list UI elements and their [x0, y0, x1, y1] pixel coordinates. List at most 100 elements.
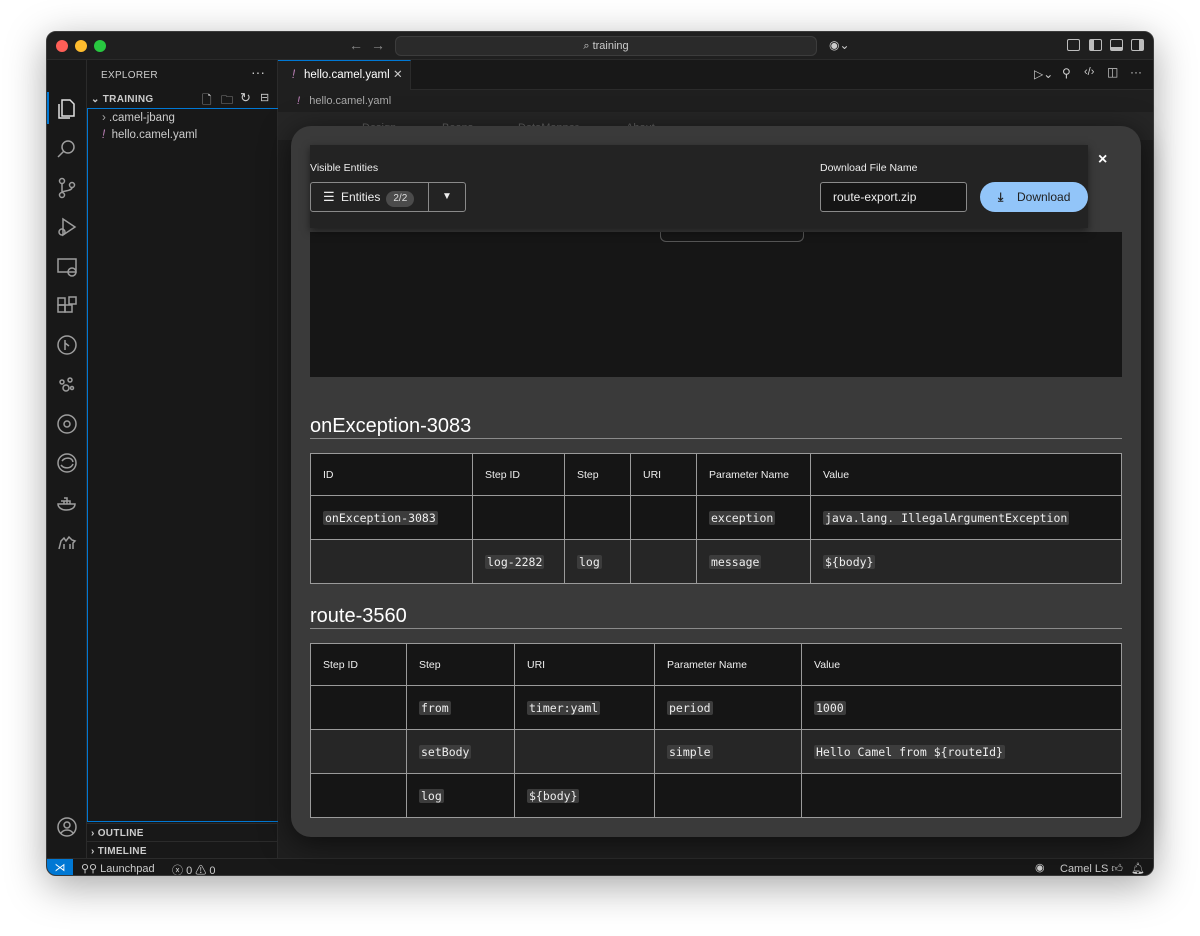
table-cell: ${body}: [514, 773, 655, 818]
table-cell: [472, 495, 565, 540]
entities-selector: ☰ Entities 2/2 ▼: [310, 182, 466, 212]
close-tab-icon[interactable]: ✕: [393, 61, 403, 89]
customize-layout-icon[interactable]: [1067, 39, 1080, 51]
error-icon: ⓧ: [172, 865, 187, 876]
activity-bar: [47, 60, 87, 875]
git-graph-icon[interactable]: [56, 334, 78, 356]
table-cell: [564, 495, 631, 540]
file-name-input[interactable]: route-export.zip: [820, 182, 967, 212]
breadcrumb-file: hello.camel.yaml: [309, 95, 392, 107]
entities-button-label: Entities: [341, 190, 381, 204]
chevron-down-icon: ⌄: [91, 94, 103, 105]
table-cell: log-2282: [472, 539, 565, 584]
section-title-route: route-3560: [310, 605, 407, 627]
table-cell: [514, 729, 655, 774]
column-header: URI: [630, 453, 697, 496]
toggle-sidebar-icon[interactable]: [1089, 39, 1102, 51]
kaoto-icon[interactable]: [56, 374, 78, 396]
back-arrow-icon[interactable]: ←: [349, 37, 363, 53]
more-actions-icon[interactable]: ···: [1130, 65, 1142, 79]
table-header-row: Step ID Step URI Parameter Name Value: [310, 643, 1122, 686]
entities-dropdown-toggle[interactable]: ▼: [429, 183, 465, 211]
download-file-name-label: Download File Name: [820, 162, 918, 174]
copilot-icon[interactable]: ◉⌄: [829, 38, 850, 52]
export-toolbar: Visible Entities ☰ Entities 2/2 ▼ Downloa…: [310, 145, 1088, 228]
column-header: Value: [801, 643, 1122, 686]
breadcrumb[interactable]: ! hello.camel.yaml: [297, 95, 391, 107]
workspace-section-header[interactable]: ⌄ TRAINING: [91, 94, 154, 105]
tree-item-hello-camel-yaml[interactable]: ! hello.camel.yaml: [102, 129, 197, 141]
deploy-icon[interactable]: ⚲: [1062, 66, 1071, 80]
copilot-status-icon[interactable]: ◉: [1035, 861, 1045, 874]
table-cell: simple: [654, 729, 802, 774]
toggle-secondary-sidebar-icon[interactable]: [1131, 39, 1144, 51]
table-cell: message: [696, 539, 811, 584]
column-header: Parameter Name: [696, 453, 811, 496]
forward-arrow-icon[interactable]: →: [371, 37, 385, 53]
column-header: URI: [514, 643, 655, 686]
editor-tab-bar: ! hello.camel.yaml ✕ ▷⌄ ⚲ ‹/› ◫ ···: [278, 60, 1153, 90]
close-modal-button[interactable]: ×: [1098, 151, 1107, 169]
split-editor-icon[interactable]: ◫: [1107, 65, 1118, 79]
download-button[interactable]: ⤓ Download: [980, 182, 1088, 212]
camel-icon[interactable]: [56, 531, 78, 553]
section-divider: [310, 438, 1122, 439]
table-cell: [310, 729, 407, 774]
export-modal: Visible Entities ☰ Entities 2/2 ▼ Downloa…: [291, 126, 1141, 837]
run-debug-icon[interactable]: [56, 216, 78, 238]
status-bar: ⋊ ⚲⚲ Launchpad ⓧ 0 ⚠ 0 ◉ Camel LS 👍︎ 🔔︎: [47, 858, 1153, 876]
refresh-icon[interactable]: ↻: [240, 90, 251, 106]
table-cell: Hello Camel from ${routeId}: [801, 729, 1122, 774]
maximize-window-button[interactable]: [94, 40, 106, 52]
route-table: Step ID Step URI Parameter Name Value fr…: [310, 643, 1122, 818]
toggle-panel-icon[interactable]: [1110, 39, 1123, 51]
entities-button[interactable]: ☰ Entities 2/2: [311, 183, 429, 211]
minimize-window-button[interactable]: [75, 40, 87, 52]
outline-section[interactable]: › OUTLINE: [87, 823, 278, 841]
camel-ls-item[interactable]: Camel LS 👍︎: [1060, 862, 1123, 875]
more-actions-icon[interactable]: ···: [251, 64, 265, 80]
tab-hello-camel-yaml[interactable]: ! hello.camel.yaml ✕: [278, 60, 411, 90]
file-tree: › .camel-jbang ! hello.camel.yaml: [87, 108, 279, 822]
timeline-section[interactable]: › TIMELINE: [87, 841, 278, 859]
table-cell: 1000: [801, 685, 1122, 730]
table-row: setBody simple Hello Camel from ${routeI…: [310, 729, 1122, 774]
open-source-icon[interactable]: ‹/›: [1084, 66, 1094, 78]
table-header-row: ID Step ID Step URI Parameter Name Value: [310, 453, 1122, 496]
chevron-right-icon: ›: [91, 828, 98, 839]
yaml-file-icon: !: [102, 129, 106, 141]
tree-item-camel-jbang[interactable]: › .camel-jbang: [102, 112, 175, 124]
problems-item[interactable]: ⓧ 0 ⚠ 0: [172, 862, 215, 876]
docker-icon[interactable]: [56, 492, 78, 514]
extensions-icon[interactable]: [56, 295, 78, 317]
outline-header: › OUTLINE: [91, 828, 144, 839]
column-header: Step: [564, 453, 631, 496]
table-cell: log: [564, 539, 631, 584]
table-row: log-2282 log message ${body}: [310, 539, 1122, 584]
command-center-search[interactable]: ⌕ training: [395, 36, 817, 56]
sidebar-title: EXPLORER: [101, 70, 158, 81]
accounts-icon[interactable]: [56, 816, 78, 838]
table-cell: [630, 495, 697, 540]
list-icon: ☰: [323, 189, 335, 204]
table-cell: period: [654, 685, 802, 730]
column-header: Step ID: [472, 453, 565, 496]
launchpad-item[interactable]: ⚲⚲ Launchpad: [81, 862, 155, 875]
table-cell: java.lang. IllegalArgumentException: [810, 495, 1122, 540]
close-window-button[interactable]: [56, 40, 68, 52]
timeline-header: › TIMELINE: [91, 846, 147, 857]
openshift-icon[interactable]: [56, 452, 78, 474]
onexception-table: ID Step ID Step URI Parameter Name Value…: [310, 453, 1122, 584]
remote-indicator[interactable]: ⋊: [47, 859, 73, 875]
notifications-bell-icon[interactable]: 🔔︎: [1131, 862, 1145, 875]
workspace-name: TRAINING: [102, 94, 154, 105]
column-header: Step ID: [310, 643, 407, 686]
source-control-icon[interactable]: [56, 177, 78, 199]
remote-explorer-icon[interactable]: [56, 256, 78, 278]
title-bar: ← → ⌕ training ◉⌄: [47, 32, 1153, 60]
run-icon[interactable]: ▷⌄: [1034, 67, 1053, 81]
search-icon[interactable]: [56, 138, 78, 160]
collapse-all-icon[interactable]: ⊟: [260, 91, 269, 104]
kubernetes-icon[interactable]: [56, 413, 78, 435]
explorer-icon[interactable]: [56, 98, 78, 120]
